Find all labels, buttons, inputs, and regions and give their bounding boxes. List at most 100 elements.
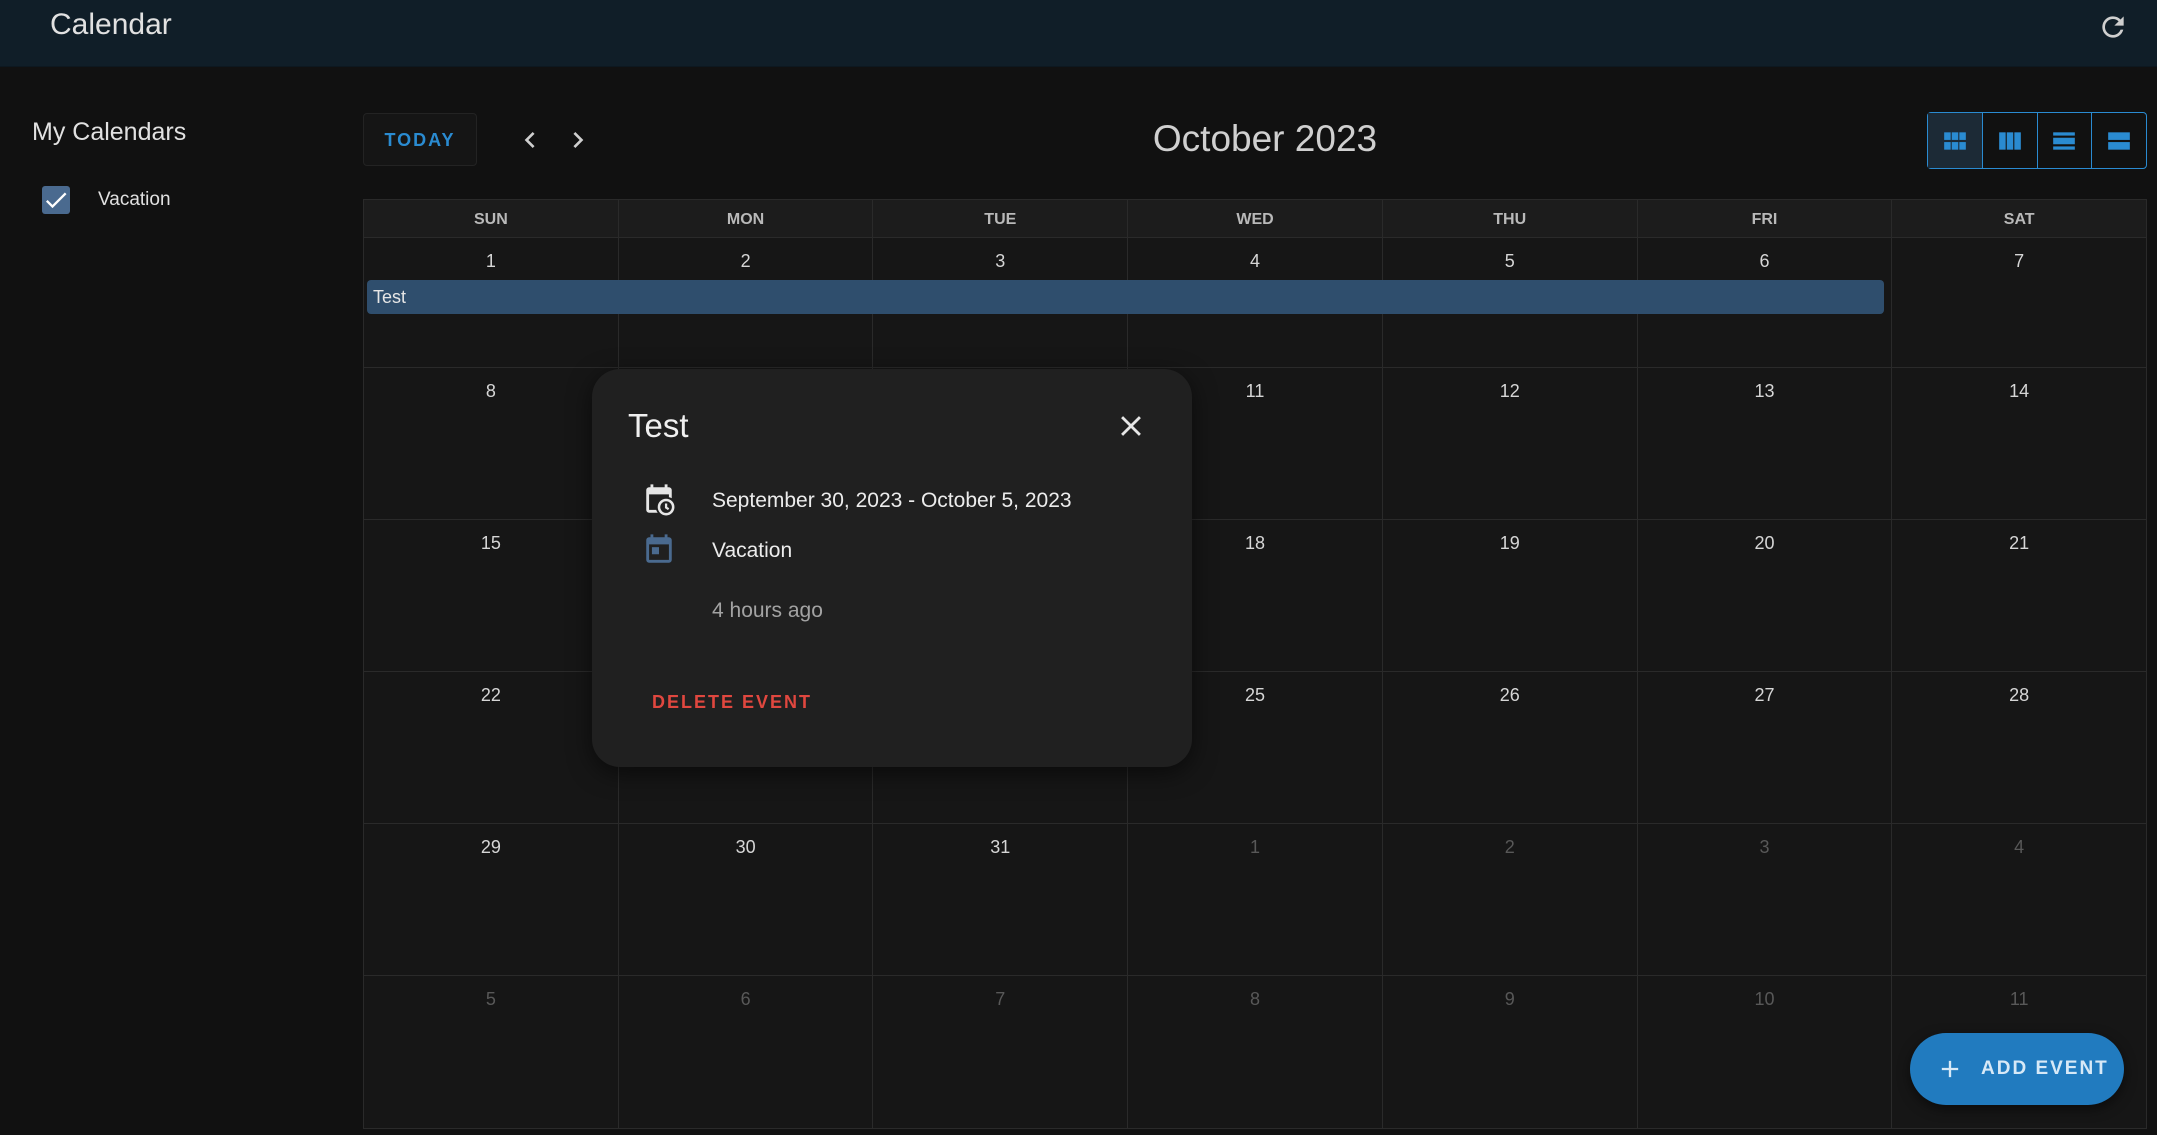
day-cell[interactable]: 29 [364, 824, 619, 975]
calendar-item-label: Vacation [98, 189, 171, 210]
day-cell[interactable]: 30 [619, 824, 874, 975]
view-list-button[interactable] [2092, 113, 2146, 168]
week-row: 5 6 7 8 9 10 11 [364, 976, 2146, 1128]
day-number: 10 [1754, 989, 1775, 1009]
my-calendars-heading: My Calendars [32, 118, 187, 146]
delete-event-button[interactable]: DELETE EVENT [652, 692, 812, 713]
event-calendar-name: Vacation [712, 539, 793, 562]
day-number: 7 [2014, 251, 2025, 271]
day-cell[interactable]: 9 [1383, 976, 1638, 1128]
day-number: 5 [1504, 251, 1515, 271]
chevron-left-icon [524, 132, 535, 148]
calendar-clock-icon [642, 483, 676, 517]
day-cell[interactable]: 1 [1128, 824, 1383, 975]
day-cell[interactable]: 21 [1892, 520, 2146, 671]
day-number: 27 [1754, 685, 1775, 705]
sidebar: My Calendars Vacation [0, 68, 340, 1135]
add-event-button[interactable]: ADD EVENT [1910, 1033, 2124, 1105]
day-cell[interactable]: 15 [364, 520, 619, 671]
weekday-label: SUN [364, 200, 619, 237]
day-number: 4 [1250, 251, 1261, 271]
month-title: October 2023 [1152, 118, 1378, 159]
day-number: 2 [740, 251, 751, 271]
day-number: 7 [995, 989, 1006, 1009]
day-cell[interactable]: 20 [1638, 520, 1893, 671]
weekday-label: WED [1128, 200, 1383, 237]
today-button[interactable]: TODAY [363, 113, 477, 166]
day-number: 31 [990, 837, 1011, 857]
grid-month-icon [1944, 131, 1966, 150]
add-event-label: ADD EVENT [1981, 1058, 2109, 1079]
calendar-item-vacation[interactable]: Vacation [42, 180, 302, 220]
day-number: 20 [1754, 533, 1775, 553]
weekday-label: SAT [2003, 211, 2035, 228]
day-number: 14 [2009, 381, 2030, 401]
day-cell[interactable]: 3 [1638, 824, 1893, 975]
view-day-button[interactable] [2038, 113, 2093, 168]
previous-month-button[interactable] [514, 124, 546, 156]
view-switcher [1927, 112, 2147, 169]
day-cell[interactable]: 7 [1892, 238, 2146, 367]
chevron-right-icon [573, 132, 584, 148]
day-number: 29 [480, 837, 501, 857]
day-number: 11 [1245, 381, 1265, 401]
weekday-label: MON [619, 200, 874, 237]
day-number: 6 [740, 989, 751, 1009]
event-updated-time: 4 hours ago [712, 599, 823, 622]
calendar-icon [642, 533, 676, 567]
event-bar-test[interactable]: Test [367, 280, 1884, 314]
day-cell[interactable]: 10 [1638, 976, 1893, 1128]
day-number: 8 [1250, 989, 1261, 1009]
day-cell[interactable]: 19 [1383, 520, 1638, 671]
day-cell[interactable]: 4 [1892, 824, 2146, 975]
view-month-button[interactable] [1928, 113, 1983, 168]
week-columns-icon [1998, 131, 2021, 150]
next-month-button[interactable] [562, 124, 594, 156]
day-number: 26 [1499, 685, 1520, 705]
day-cell[interactable]: 28 [1892, 672, 2146, 823]
day-cell[interactable]: 31 [873, 824, 1129, 975]
day-number: 25 [1245, 685, 1266, 705]
day-number: 3 [1759, 837, 1770, 857]
day-number: 30 [735, 837, 756, 857]
day-number: 11 [2009, 989, 2029, 1009]
day-number: 8 [485, 381, 496, 401]
event-detail-dialog: Test September 30, 2023 - October 5, 202… [592, 369, 1192, 767]
week-row: 29 30 31 1 2 3 4 [364, 824, 2146, 976]
day-number: 21 [2009, 533, 2030, 553]
weekday-label: TUE [873, 200, 1129, 237]
weekday-label: FRI [1638, 200, 1893, 237]
day-cell[interactable]: 8 [1128, 976, 1383, 1128]
top-app-bar: Calendar [0, 0, 2157, 67]
vacation-checkbox[interactable] [42, 186, 70, 214]
day-cell[interactable]: 14 [1892, 368, 2146, 519]
day-cell[interactable]: 5 [364, 976, 619, 1128]
dialog-title: Test [628, 407, 689, 444]
day-cell[interactable]: 8 [364, 368, 619, 519]
refresh-icon[interactable] [2097, 11, 2129, 43]
day-number: 28 [2009, 685, 2030, 705]
day-cell[interactable]: 22 [364, 672, 619, 823]
day-cell[interactable]: 12 [1383, 368, 1638, 519]
day-cell[interactable]: 6 [619, 976, 874, 1128]
day-cell[interactable]: 2 [1383, 824, 1638, 975]
day-list-icon [2053, 131, 2076, 150]
weekday-header: SUN MON TUE WED THU FRI SAT [364, 200, 2146, 238]
close-icon[interactable] [1114, 409, 1148, 443]
day-cell[interactable]: 7 [873, 976, 1129, 1128]
day-number: 13 [1754, 381, 1775, 401]
plus-icon [1941, 1060, 1959, 1078]
day-cell[interactable]: 26 [1383, 672, 1638, 823]
day-number: 9 [1504, 989, 1515, 1009]
day-number: 4 [2014, 837, 2025, 857]
day-number: 15 [480, 533, 501, 553]
weekday-label: THU [1383, 200, 1638, 237]
day-number: 1 [485, 251, 496, 271]
day-cell[interactable]: 13 [1638, 368, 1893, 519]
day-number: 6 [1759, 251, 1770, 271]
day-number: 1 [1250, 837, 1261, 857]
app-title: Calendar [50, 8, 172, 41]
view-week-button[interactable] [1983, 113, 2038, 168]
day-number: 2 [1504, 837, 1515, 857]
day-cell[interactable]: 27 [1638, 672, 1893, 823]
